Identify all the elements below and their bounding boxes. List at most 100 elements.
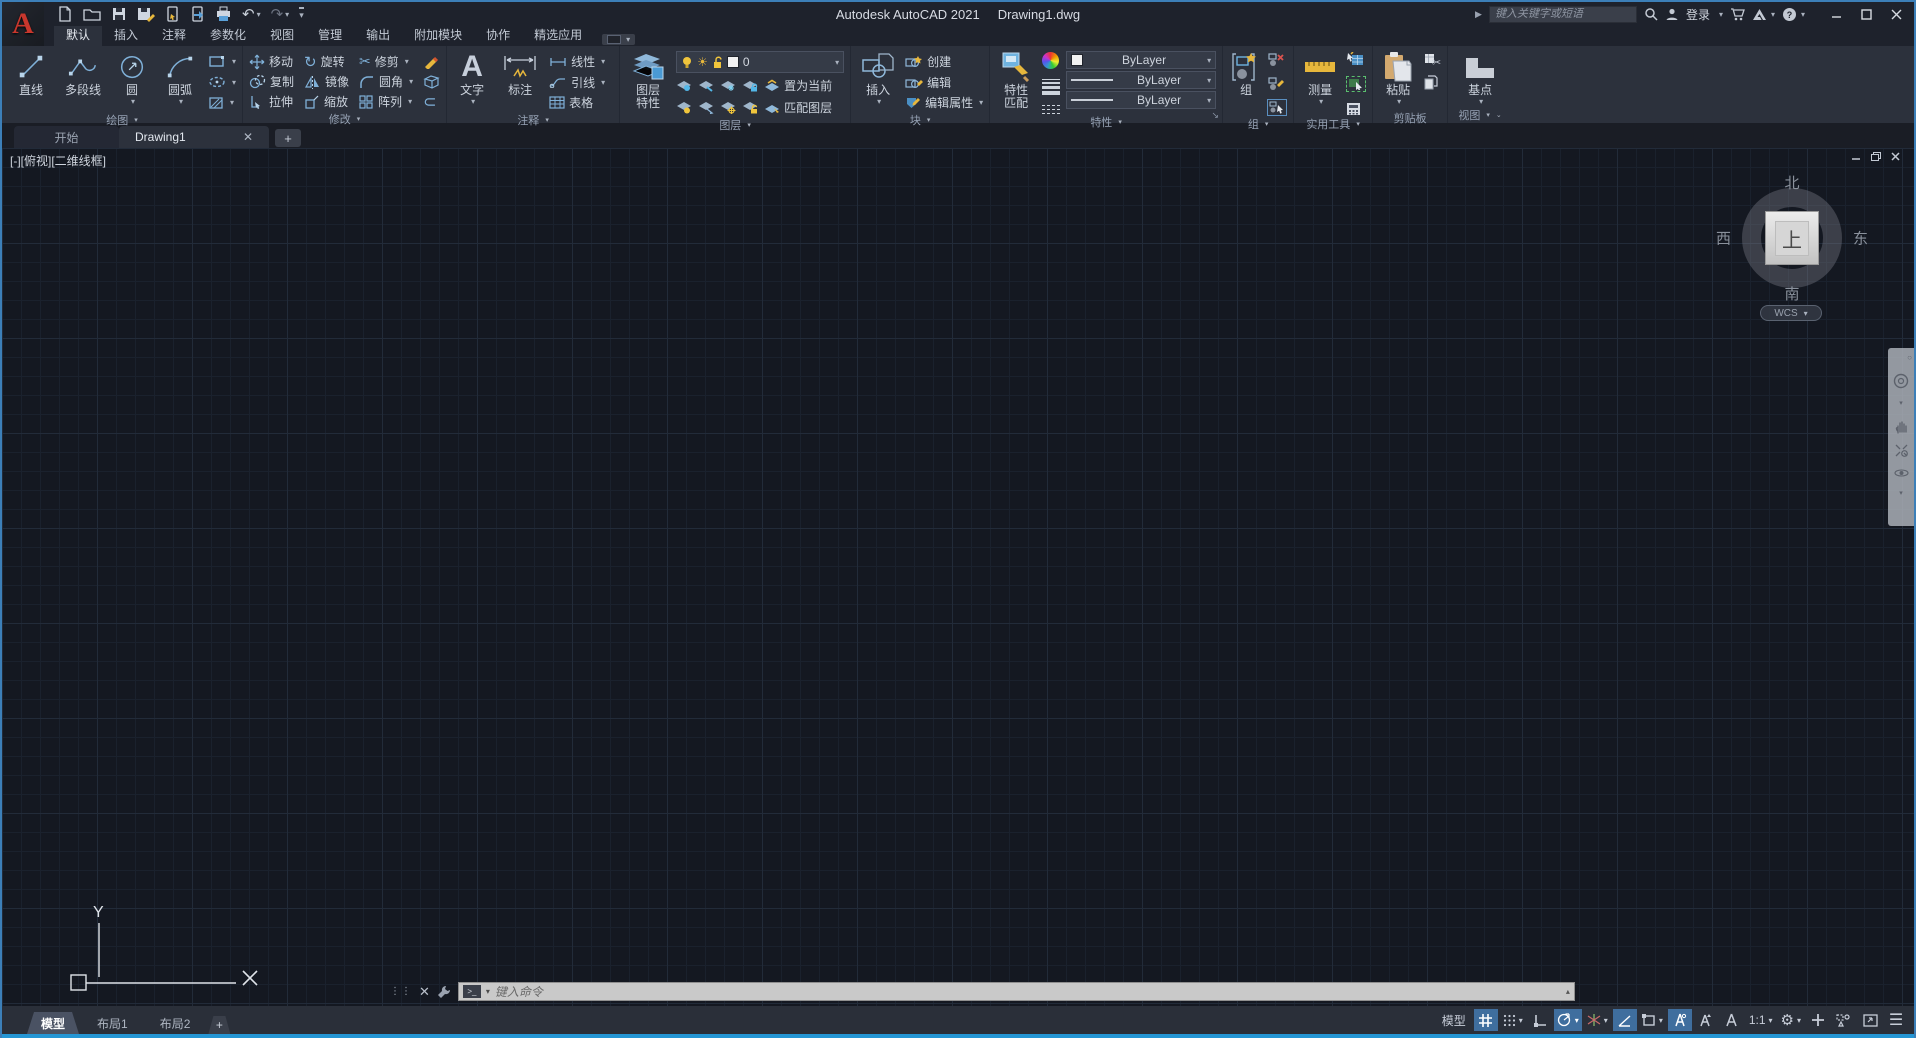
snap-dropdown-icon[interactable]: ▾ <box>1519 1016 1523 1025</box>
scale-dropdown-icon[interactable]: ▾ <box>1769 1016 1773 1025</box>
match-properties-button[interactable]: 特性匹配 <box>996 50 1036 110</box>
panel-title-clipboard[interactable]: 剪贴板 <box>1373 110 1447 126</box>
maximize-button[interactable] <box>1852 4 1880 24</box>
measure-dropdown-icon[interactable]: ▾ <box>1319 97 1323 106</box>
lineweight-select[interactable]: ByLayer ▾ <box>1066 71 1216 89</box>
edit-attributes-dropdown-icon[interactable]: ▾ <box>979 98 983 107</box>
drawing-close-icon[interactable] <box>1891 152 1900 161</box>
tab-addins[interactable]: 附加模块 <box>402 24 474 46</box>
account-icon[interactable] <box>1665 7 1679 21</box>
otrack-icon[interactable] <box>1613 1009 1637 1031</box>
base-point-button[interactable]: 基点 ▾ <box>1454 50 1506 106</box>
linetype-select[interactable]: ByLayer ▾ <box>1066 91 1216 109</box>
rotate-button[interactable]: ↻旋转 <box>304 52 349 71</box>
undo-dropdown-icon[interactable]: ▾ <box>257 10 261 19</box>
trim-button[interactable]: ✂修剪▾ <box>359 52 413 71</box>
command-input-field[interactable]: >_ ▾ ▴ <box>458 982 1575 1001</box>
layer-on-icon[interactable] <box>681 56 693 69</box>
viewcube-west[interactable]: 西 <box>1716 228 1731 249</box>
osnap-icon[interactable]: ▾ <box>1639 1009 1666 1031</box>
command-prompt-icon[interactable]: >_ <box>463 985 481 998</box>
erase-button[interactable] <box>423 52 440 71</box>
tab-insert[interactable]: 插入 <box>102 24 150 46</box>
file-tab-start[interactable]: 开始 <box>14 126 119 148</box>
mirror-button[interactable]: 镜像 <box>304 72 349 91</box>
viewcube-east[interactable]: 东 <box>1853 228 1868 249</box>
new-layout-button[interactable]: + <box>208 1016 230 1034</box>
settings-gear-icon[interactable]: ⚙▾ <box>1778 1009 1804 1031</box>
panel-title-view[interactable]: 视图▾⌄ <box>1448 107 1512 123</box>
close-button[interactable] <box>1882 4 1910 24</box>
layer-unlock-icon[interactable] <box>712 56 723 69</box>
viewport-controls[interactable]: [-][俯视][二维线框] <box>10 152 106 169</box>
stretch-button[interactable]: 拉伸 <box>249 92 294 111</box>
layer-unlock-all-icon[interactable] <box>742 101 758 114</box>
app-store-cart-icon[interactable] <box>1730 7 1745 21</box>
snap-icon[interactable]: ▾ <box>1500 1009 1526 1031</box>
layer-freeze-icon[interactable] <box>720 79 736 92</box>
properties-dialog-launcher-icon[interactable]: ↘ <box>1212 110 1220 121</box>
isodraft-icon[interactable]: ▾ <box>1584 1009 1611 1031</box>
minimize-button[interactable] <box>1822 4 1850 24</box>
save-to-web-icon[interactable] <box>187 4 208 24</box>
text-dropdown-icon[interactable]: ▾ <box>471 97 475 106</box>
create-block-button[interactable]: 创建 <box>905 52 983 71</box>
fillet-button[interactable]: 圆角▾ <box>359 72 413 91</box>
search-icon[interactable] <box>1644 7 1658 21</box>
insert-dropdown-icon[interactable]: ▾ <box>877 97 881 106</box>
save-as-icon[interactable] <box>134 4 158 24</box>
trim-dropdown-icon[interactable]: ▾ <box>405 57 409 66</box>
layer-merge-icon[interactable] <box>698 101 714 114</box>
zoom-extents-icon[interactable] <box>1894 443 1909 458</box>
panel-title-layers[interactable]: 图层▾ <box>620 117 850 133</box>
settings-dropdown-icon[interactable]: ▾ <box>1797 1016 1801 1025</box>
help-icon[interactable]: ?▾ <box>1782 7 1805 22</box>
arc-dropdown-icon[interactable]: ▾ <box>179 97 183 106</box>
layer-color-swatch[interactable] <box>727 56 739 68</box>
viewcube[interactable]: 北 南 西 东 上 <box>1732 176 1852 300</box>
search-collapse-icon[interactable]: ▶ <box>1475 9 1482 20</box>
rectangle-button[interactable]: ▾ <box>208 52 236 71</box>
viewcube-top-face[interactable]: 上 <box>1765 211 1819 265</box>
open-folder-icon[interactable] <box>80 4 104 24</box>
match-layer-button[interactable]: 匹配图层 <box>764 98 832 117</box>
pan-hand-icon[interactable] <box>1894 419 1909 434</box>
viewcube-north[interactable]: 北 <box>1784 172 1799 193</box>
copy-button[interactable]: 复制 <box>249 72 294 91</box>
panel-title-properties[interactable]: 特性▾ <box>990 114 1222 130</box>
measure-button[interactable]: 测量 ▾ <box>1300 50 1340 106</box>
annotation-scale-icon[interactable] <box>1720 1009 1744 1031</box>
tab-annotate[interactable]: 注释 <box>150 24 198 46</box>
wcs-dropdown-icon[interactable]: ▾ <box>1804 309 1808 318</box>
tab-featured-apps[interactable]: 精选应用 <box>522 24 594 46</box>
open-from-web-icon[interactable] <box>162 4 183 24</box>
layout-tab-model[interactable]: 模型 <box>27 1012 79 1034</box>
leader-dropdown-icon[interactable]: ▾ <box>601 78 605 87</box>
clean-screen-icon[interactable] <box>1858 1009 1882 1031</box>
panel-title-draw[interactable]: 绘图▾ <box>2 112 242 128</box>
grid-icon[interactable] <box>1474 1009 1498 1031</box>
layer-off-icon[interactable] <box>676 79 692 92</box>
tab-output[interactable]: 输出 <box>354 24 402 46</box>
quick-select-icon[interactable] <box>1346 52 1366 66</box>
new-drawing-tab-button[interactable]: + <box>275 129 301 147</box>
command-history-up-icon[interactable]: ▴ <box>1566 987 1570 996</box>
object-color-select[interactable]: ByLayer ▾ <box>1066 51 1216 69</box>
move-button[interactable]: 移动 <box>249 52 294 71</box>
ungroup-icon[interactable] <box>1267 52 1287 67</box>
group-selection-toggle[interactable] <box>1267 99 1287 116</box>
model-space-toggle[interactable]: 模型 <box>1442 1012 1466 1029</box>
app-menu-button[interactable]: A <box>2 2 44 46</box>
tab-view[interactable]: 视图 <box>258 24 306 46</box>
group-edit-icon[interactable] <box>1267 76 1287 91</box>
set-current-layer-button[interactable]: 置为当前 <box>764 76 832 95</box>
layout-tab-layout1[interactable]: 布局1 <box>83 1012 142 1034</box>
command-wrench-icon[interactable] <box>437 985 451 999</box>
text-button[interactable]: A 文字 ▾ <box>453 50 491 106</box>
cut-icon[interactable]: ✂ <box>1423 52 1441 67</box>
paste-dropdown-icon[interactable]: ▾ <box>1397 97 1401 106</box>
layer-thaw-icon[interactable]: ☀ <box>697 53 708 71</box>
ribbon-pin-icon[interactable]: ⌄ <box>1496 111 1502 119</box>
edit-attributes-button[interactable]: 编辑属性▾ <box>905 93 983 112</box>
navbar-wheel-dropdown-icon[interactable]: ▾ <box>1899 398 1903 410</box>
